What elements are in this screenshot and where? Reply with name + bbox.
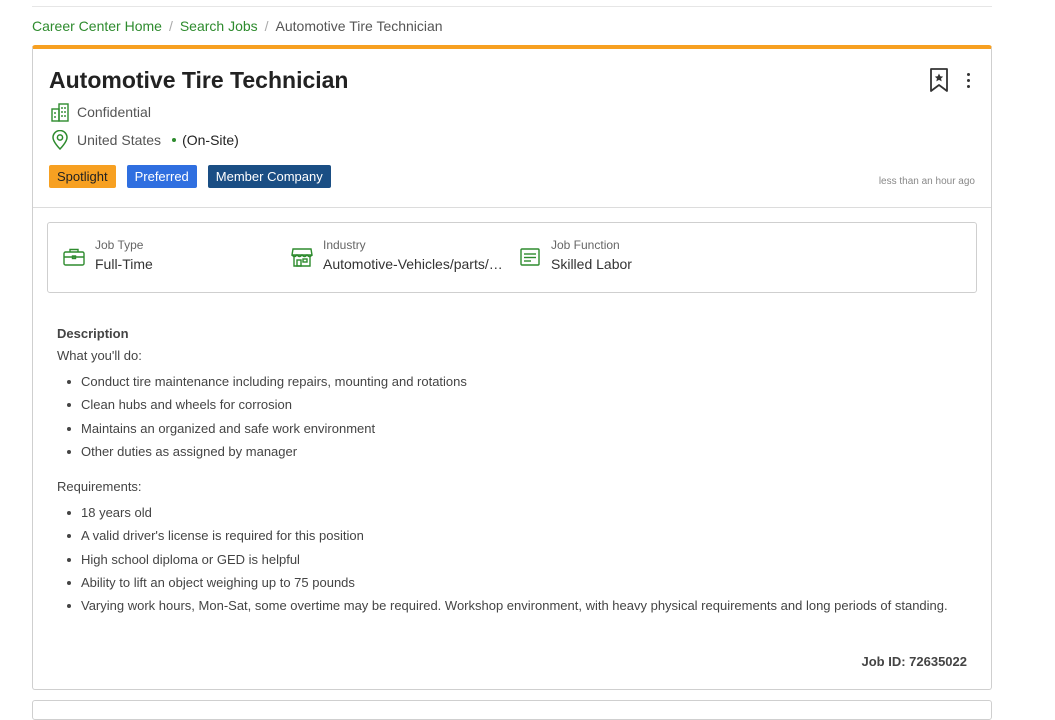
location-text: United States <box>77 132 162 148</box>
breadcrumb-separator: / <box>168 18 173 34</box>
job-facts-panel: Job Type Full-Time Industry Automotive-V… <box>47 222 977 293</box>
job-type-value: Full-Time <box>95 256 153 272</box>
list-item: Ability to lift an object weighing up to… <box>57 571 977 594</box>
industry-value: Automotive-Vehicles/parts/… <box>323 256 503 272</box>
location-row: United States (On-Site) <box>49 129 239 151</box>
header-divider <box>33 207 991 208</box>
list-item: Clean hubs and wheels for corrosion <box>57 393 977 416</box>
job-function-label: Job Function <box>551 238 620 252</box>
badge-row: Spotlight Preferred Member Company <box>49 165 331 188</box>
breadcrumb-home-link[interactable]: Career Center Home <box>32 18 162 34</box>
workplace-type: (On-Site) <box>182 132 239 148</box>
requirements-list: 18 years old A valid driver's license is… <box>57 501 977 617</box>
breadcrumb-search-link[interactable]: Search Jobs <box>180 18 258 34</box>
description-heading: Description <box>57 326 129 341</box>
list-item: Varying work hours, Mon-Sat, some overti… <box>57 594 977 617</box>
list-item: Other duties as assigned by manager <box>57 440 977 463</box>
member-company-badge: Member Company <box>207 165 331 188</box>
list-item: 18 years old <box>57 501 977 524</box>
company-row: Confidential <box>49 101 151 123</box>
industry-label: Industry <box>323 238 366 252</box>
list-item: Conduct tire maintenance including repai… <box>57 370 977 393</box>
storefront-icon <box>290 245 314 269</box>
briefcase-icon <box>62 245 86 269</box>
top-divider <box>32 6 992 7</box>
breadcrumb-separator: / <box>264 18 269 34</box>
bookmark-star-icon[interactable] <box>929 67 949 93</box>
posted-time: less than an hour ago <box>878 176 975 187</box>
job-type-label: Job Type <box>95 238 144 252</box>
list-item: A valid driver's license is required for… <box>57 524 977 547</box>
breadcrumb-current: Automotive Tire Technician <box>275 18 443 34</box>
requirements-intro: Requirements: <box>57 479 142 495</box>
header-actions <box>929 67 971 93</box>
job-id: Job ID: 72635022 <box>861 654 967 669</box>
company-name: Confidential <box>77 104 151 120</box>
kebab-menu-icon[interactable] <box>965 72 971 88</box>
preferred-badge: Preferred <box>126 165 197 188</box>
job-function-value: Skilled Labor <box>551 256 632 272</box>
job-type-fact: Job Type Full-Time <box>62 237 153 275</box>
spotlight-badge: Spotlight <box>49 165 116 188</box>
duties-intro: What you'll do: <box>57 348 142 363</box>
building-icon <box>49 101 71 123</box>
next-card-edge <box>32 700 992 720</box>
list-item: Maintains an organized and safe work env… <box>57 417 977 440</box>
job-title: Automotive Tire Technician <box>49 67 349 93</box>
separator-dot <box>172 138 177 142</box>
list-item: High school diploma or GED is helpful <box>57 548 977 571</box>
duties-list: Conduct tire maintenance including repai… <box>57 370 977 463</box>
industry-fact: Industry Automotive-Vehicles/parts/… <box>290 237 503 275</box>
job-detail-card: Automotive Tire Technician Confidential <box>32 45 992 690</box>
job-description: Description What you'll do: Conduct tire… <box>57 326 977 633</box>
breadcrumb: Career Center Home / Search Jobs / Autom… <box>32 18 443 34</box>
document-list-icon <box>518 245 542 269</box>
map-pin-icon <box>49 129 71 151</box>
job-function-fact: Job Function Skilled Labor <box>518 237 632 275</box>
